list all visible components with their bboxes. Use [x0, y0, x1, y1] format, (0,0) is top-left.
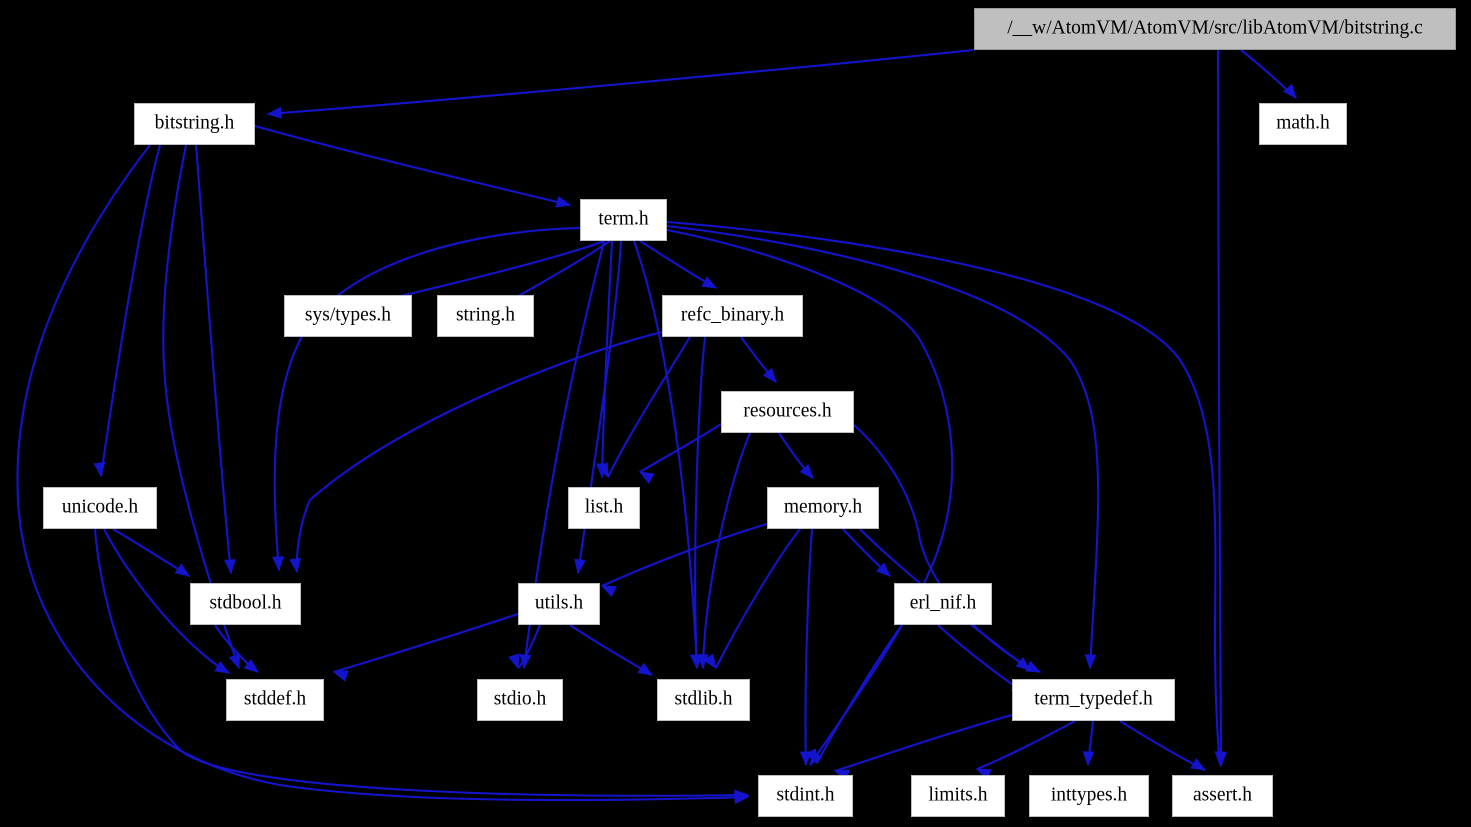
graph-node-stdio_h[interactable]: stdio.h: [477, 679, 563, 721]
graph-node-label: stdio.h: [493, 688, 547, 710]
edge-utils_h-to-stdlib_h: [569, 624, 653, 676]
graph-node-unicode_h[interactable]: unicode.h: [43, 487, 157, 529]
graph-node-label: list.h: [584, 496, 624, 518]
graph-node-list_h[interactable]: list.h: [568, 487, 640, 529]
graph-node-inttypes_h[interactable]: inttypes.h: [1029, 775, 1149, 817]
graph-node-label: resources.h: [743, 400, 832, 422]
edge-bitstring_h-to-stdbool_h: [194, 144, 233, 574]
edge-term_typedef_h-to-limits_h: [976, 720, 1076, 770]
arrowhead: [174, 563, 191, 577]
graph-node-label: stddef.h: [243, 688, 307, 710]
graph-node-label: assert.h: [1192, 784, 1253, 806]
graph-node-label: unicode.h: [61, 496, 139, 518]
graph-node-label: erl_nif.h: [909, 592, 977, 614]
graph-node-label: term.h: [598, 208, 649, 230]
graph-node-term_typedef_h[interactable]: term_typedef.h: [1012, 679, 1175, 721]
graph-node-stdbool_h[interactable]: stdbool.h: [190, 583, 301, 625]
edge-bitstring_h-to-term_h: [254, 124, 571, 207]
edge-memory_h-to-stdlib_h: [715, 528, 801, 669]
graph-node-label: bitstring.h: [154, 112, 235, 134]
edge-term_h-to-stdbool_h: [273, 226, 581, 571]
graph-node-label: string.h: [455, 304, 516, 326]
edge-utils_h-to-stddef_h: [333, 613, 519, 674]
arrowhead: [637, 662, 654, 676]
edge-term_h-to-term_typedef_h: [666, 224, 1100, 669]
graph-node-sys_types_h[interactable]: sys/types.h: [284, 295, 412, 337]
arrowhead: [555, 195, 572, 208]
graph-node-assert_h[interactable]: assert.h: [1172, 775, 1273, 817]
edge-refc_binary_h-to-stdlib_h: [694, 336, 707, 669]
graph-node-label: stdint.h: [776, 784, 835, 806]
arrowhead: [1190, 758, 1207, 771]
edge-unicode_h-to-stdint_h: [93, 528, 749, 797]
graph-node-label: inttypes.h: [1050, 784, 1128, 806]
include-dependency-graph: /__w/AtomVM/AtomVM/src/libAtomVM/bitstri…: [0, 0, 1471, 827]
edge-bitstring_c-to-assert_h: [1216, 49, 1223, 767]
graph-node-stdint_h[interactable]: stdint.h: [758, 775, 853, 817]
arrowhead: [214, 661, 231, 674]
edge-term_typedef_h-to-assert_h: [1119, 720, 1206, 771]
graph-node-label: stdbool.h: [209, 592, 282, 614]
edge-resources_h-to-term_typedef_h: [853, 424, 1041, 673]
graph-node-bitstring_h[interactable]: bitstring.h: [134, 103, 255, 145]
graph-node-string_h[interactable]: string.h: [437, 295, 534, 337]
graph-node-label: memory.h: [783, 496, 863, 518]
graph-node-stddef_h[interactable]: stddef.h: [226, 679, 324, 721]
edge-term_typedef_h-to-stdint_h: [834, 713, 1013, 773]
edge-term_h-to-list_h: [600, 240, 614, 478]
arrowhead: [272, 556, 284, 572]
arrowhead: [93, 461, 106, 478]
edge-refc_binary_h-to-list_h: [607, 336, 691, 478]
edge-bitstring_c-to-bitstring_h: [267, 48, 975, 116]
edge-bitstring_h-to-unicode_h: [99, 144, 162, 477]
graph-node-label: utils.h: [534, 592, 584, 614]
graph-node-stdlib_h[interactable]: stdlib.h: [657, 679, 750, 721]
edge-memory_h-to-utils_h: [601, 522, 768, 587]
edge-bitstring_h-to-stdint_h: [16, 144, 749, 802]
graph-node-math_h[interactable]: math.h: [1259, 103, 1347, 145]
arrowhead: [1084, 654, 1097, 670]
arrowhead: [574, 558, 586, 575]
graph-node-label: /__w/AtomVM/AtomVM/src/libAtomVM/bitstri…: [1007, 17, 1423, 39]
arrowhead: [266, 106, 282, 119]
graph-node-label: term_typedef.h: [1034, 688, 1153, 710]
arrowhead: [1282, 83, 1297, 100]
edge-resources_h-to-stdlib_h: [701, 432, 751, 669]
graph-node-limits_h[interactable]: limits.h: [911, 775, 1005, 817]
arrowhead: [701, 276, 718, 289]
arrowhead: [224, 559, 236, 575]
graph-node-label: sys/types.h: [304, 304, 392, 326]
graph-node-resources_h[interactable]: resources.h: [721, 391, 854, 433]
graph-node-label: limits.h: [928, 784, 988, 806]
graph-node-label: stdlib.h: [674, 688, 733, 710]
graph-node-memory_h[interactable]: memory.h: [767, 487, 879, 529]
graph-node-bitstring_c[interactable]: /__w/AtomVM/AtomVM/src/libAtomVM/bitstri…: [974, 8, 1456, 50]
graph-node-refc_binary_h[interactable]: refc_binary.h: [662, 295, 803, 337]
arrowhead: [1082, 751, 1095, 767]
graph-node-erl_nif_h[interactable]: erl_nif.h: [894, 583, 992, 625]
graph-node-label: math.h: [1276, 112, 1330, 134]
arrowhead: [289, 557, 302, 574]
edge-memory_h-to-stdint_h: [804, 528, 814, 766]
graph-node-term_h[interactable]: term.h: [580, 199, 667, 241]
graph-node-utils_h[interactable]: utils.h: [518, 583, 600, 625]
graph-node-label: refc_binary.h: [680, 304, 785, 326]
